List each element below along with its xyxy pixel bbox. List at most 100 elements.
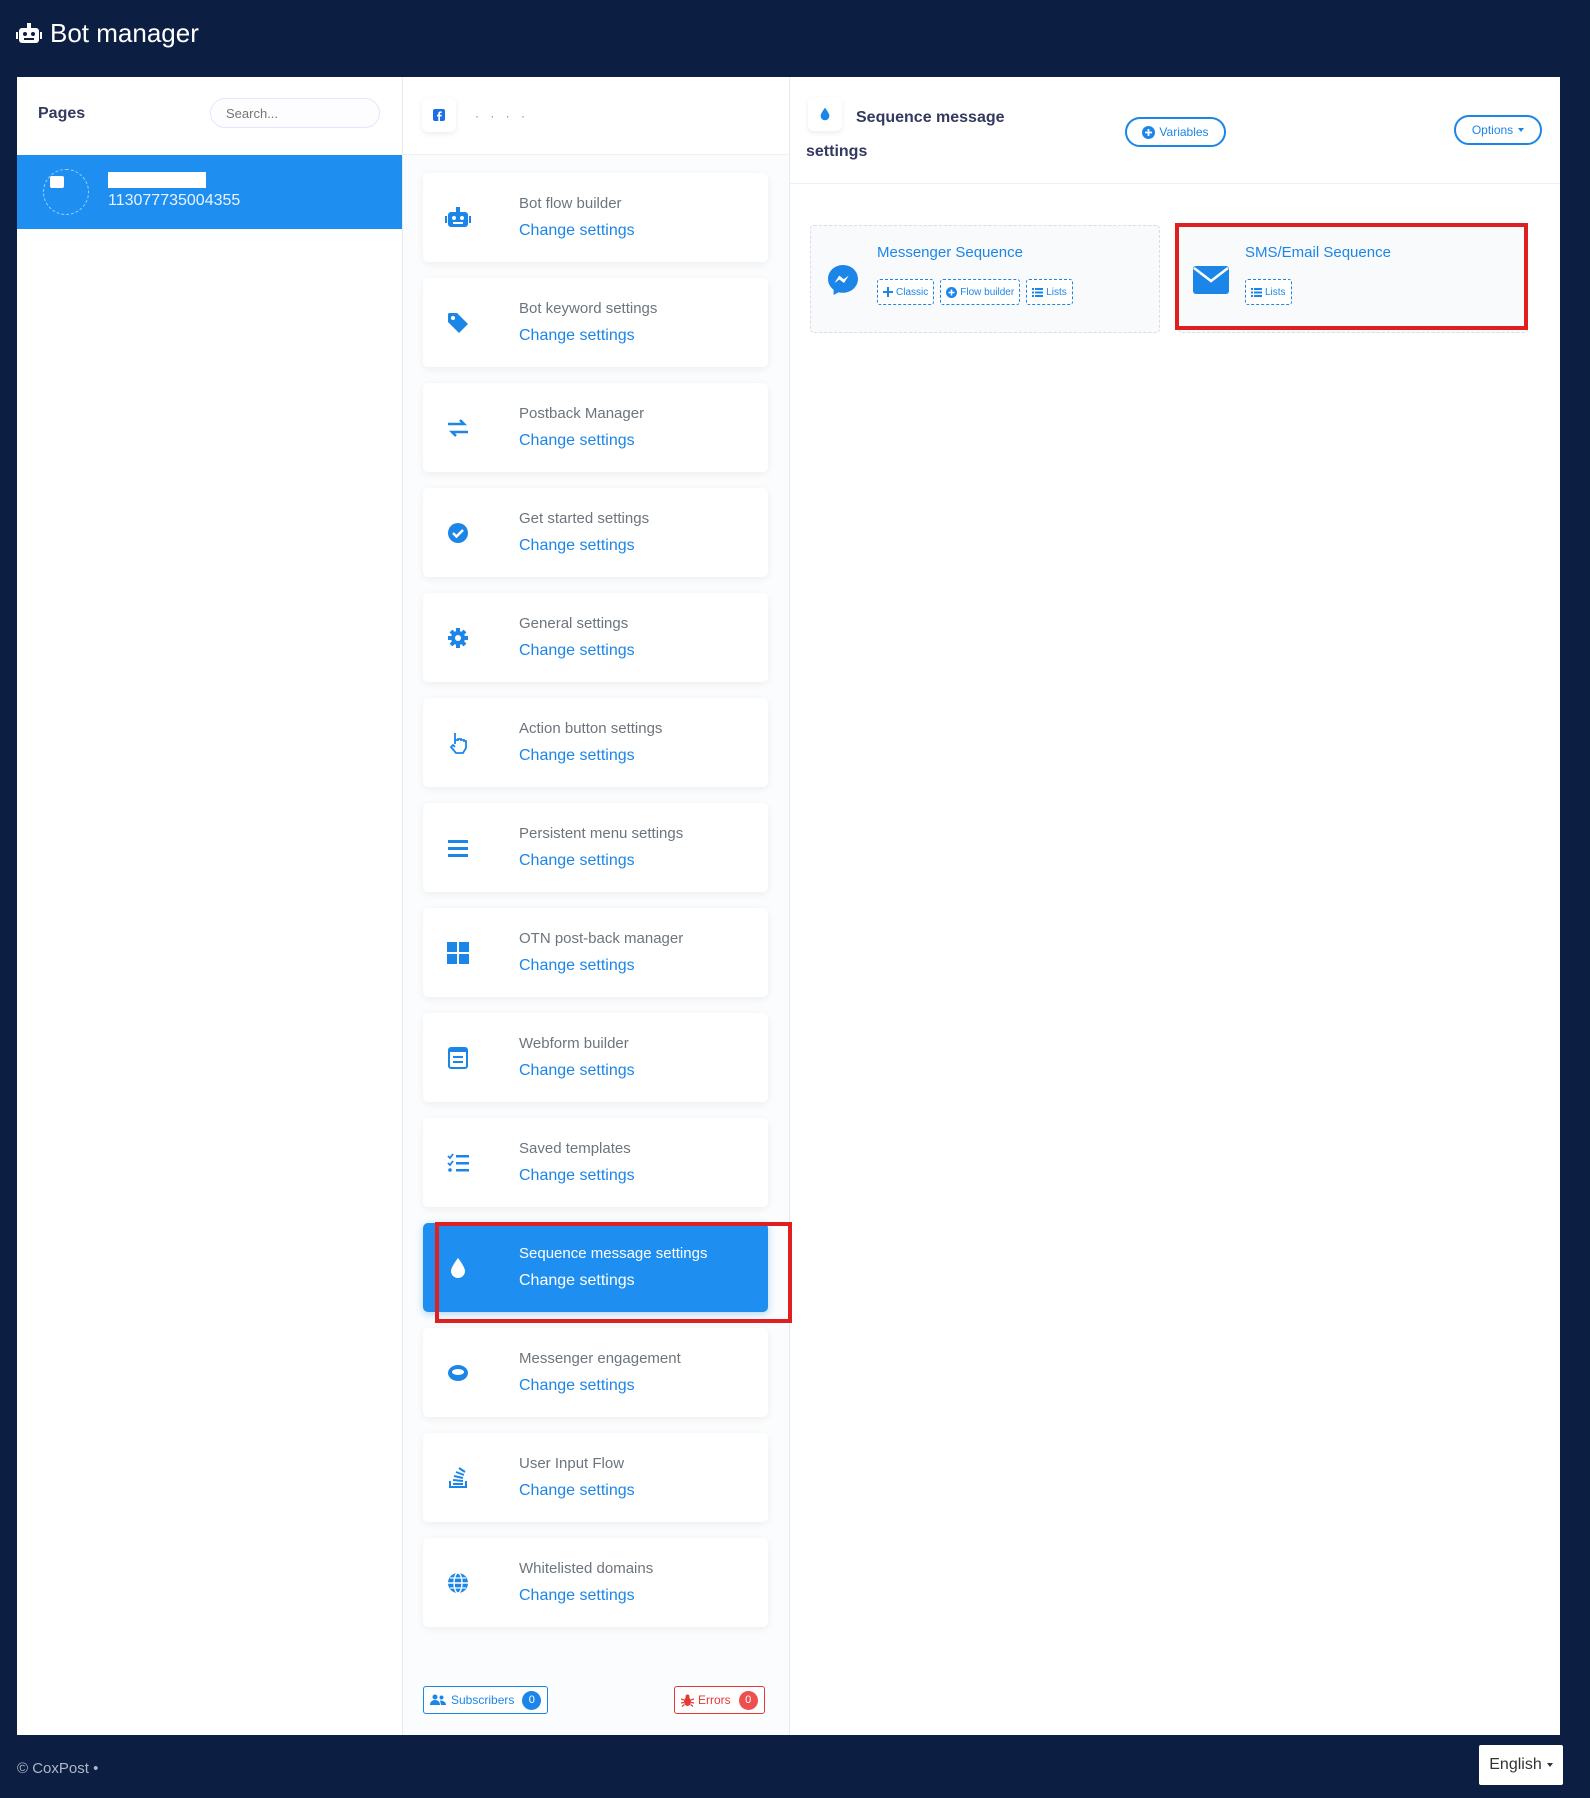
messenger-icon [825,262,861,298]
menu-item-label: Messenger engagement [519,1350,681,1367]
messenger-sequence-title[interactable]: Messenger Sequence [877,244,1023,261]
menu-item-general-settings[interactable]: General settings Change settings [423,593,768,682]
gear-icon [445,625,471,651]
flow-builder-chip[interactable]: Flow builder [940,279,1021,305]
menu-item-bot-flow-builder[interactable]: Bot flow builder Change settings [423,173,768,262]
options-label: Options [1471,123,1514,137]
menu-item-postback-manager[interactable]: Postback Manager Change settings [423,383,768,472]
change-settings-link[interactable]: Change settings [519,1482,635,1500]
errors-button[interactable]: Errors 0 [674,1686,765,1714]
change-settings-link[interactable]: Change settings [519,642,635,660]
detail-title: Sequence message settings [806,109,1005,160]
bug-icon [681,1694,694,1707]
menu-item-label: Saved templates [519,1140,631,1157]
menu-item-sequence-message-settings[interactable]: Sequence message settings Change setting… [423,1223,768,1312]
menu-item-label: Bot flow builder [519,195,622,212]
menu-item-saved-templates[interactable]: Saved templates Change settings [423,1118,768,1207]
page-name-redacted [108,172,206,188]
plus-circle-icon [946,286,958,298]
change-settings-link[interactable]: Change settings [519,1167,635,1185]
errors-label: Errors [698,1693,731,1707]
menu-item-whitelisted-domains[interactable]: Whitelisted domains Change settings [423,1538,768,1627]
users-icon [430,1694,446,1705]
change-settings-link[interactable]: Change settings [519,957,635,975]
subscribers-button[interactable]: Subscribers 0 [423,1686,549,1714]
page-id: 113077735004355 [108,192,241,209]
settings-menu-list: Bot flow builder Change settings Bot key… [423,173,768,1643]
chip-label: Flow builder [960,286,1015,298]
lists-chip[interactable]: Lists [1245,279,1292,305]
robot-icon [445,205,471,231]
envelope-icon [1193,262,1229,298]
list-icon [1251,287,1262,297]
menu-item-action-button-settings[interactable]: Action button settings Change settings [423,698,768,787]
ring-icon [445,1360,471,1386]
errors-count: 0 [738,1690,758,1710]
messenger-sequence-actions: Classic Flow builder Lists [877,279,1073,305]
form-icon [445,1045,471,1071]
chip-label: Lists [1265,286,1286,298]
change-settings-link[interactable]: Change settings [519,1272,635,1290]
avatar [43,169,89,215]
menu-item-label: Webform builder [519,1035,629,1052]
change-settings-link[interactable]: Change settings [519,1377,635,1395]
robot-icon [16,22,42,43]
menu-item-label: User Input Flow [519,1455,625,1472]
page-list-item[interactable]: 113077735004355 [17,155,402,229]
detail-column: Sequence message settings Variables Opti… [790,77,1560,1735]
menu-item-webform-builder[interactable]: Webform builder Change settings [423,1013,768,1102]
menu-item-label: Postback Manager [519,405,645,422]
image-icon [50,176,64,188]
drop-icon [445,1255,471,1281]
detail-header: Sequence message settings Variables Opti… [790,77,1560,184]
lists-chip[interactable]: Lists [1026,279,1073,305]
sms-email-sequence-title[interactable]: SMS/Email Sequence [1245,244,1391,261]
menu-item-label: OTN post-back manager [519,930,684,947]
sms-email-sequence-card: SMS/Email Sequence Lists [1178,225,1528,333]
menu-item-label: Sequence message settings [519,1245,708,1262]
change-settings-link[interactable]: Change settings [519,222,635,240]
classic-chip[interactable]: Classic [877,279,935,305]
plus-circle-icon [1142,125,1156,139]
chip-label: Classic [896,286,929,298]
tag-icon [445,310,471,336]
list-icon [1032,287,1044,297]
change-settings-link[interactable]: Change settings [519,747,635,765]
caret-down-icon [1518,128,1525,132]
plus-icon [883,287,893,297]
menu-item-label: Get started settings [519,510,650,527]
sms-email-sequence-actions: Lists [1245,279,1292,305]
menu-item-otn-postback-manager[interactable]: OTN post-back manager Change settings [423,908,768,997]
menu-item-persistent-menu-settings[interactable]: Persistent menu settings Change settings [423,803,768,892]
top-header: Bot manager [0,0,1590,77]
change-settings-link[interactable]: Change settings [519,1587,635,1605]
brand[interactable]: Bot manager [16,18,199,49]
menu-item-label: Action button settings [519,720,663,737]
chip-label: Lists [1046,286,1067,298]
search-input[interactable] [210,98,380,128]
settings-menu-column: · · · · Bot flow builder Change settings… [403,77,792,1735]
subscribers-count: 0 [522,1690,542,1710]
menu-header: · · · · [403,77,789,155]
change-settings-link[interactable]: Change settings [519,327,635,345]
change-settings-link[interactable]: Change settings [519,537,635,555]
pages-header: Pages [17,77,402,155]
variables-label: Variables [1159,125,1209,139]
menu-item-messenger-engagement[interactable]: Messenger engagement Change settings [423,1328,768,1417]
page-name-redacted: · · · · [475,109,529,123]
menu-item-bot-keyword-settings[interactable]: Bot keyword settings Change settings [423,278,768,367]
messenger-sequence-card: Messenger Sequence Classic Flow builder … [810,225,1160,333]
menu-bars-icon [445,835,471,861]
menu-item-get-started-settings[interactable]: Get started settings Change settings [423,488,768,577]
change-settings-link[interactable]: Change settings [519,1062,635,1080]
change-settings-link[interactable]: Change settings [519,852,635,870]
language-dropdown[interactable]: English [1479,1745,1563,1785]
variables-button[interactable]: Variables [1125,117,1226,147]
change-settings-link[interactable]: Change settings [519,432,635,450]
copyright-text: © CoxPost • [17,1760,99,1777]
facebook-icon [422,98,456,132]
main-panel: Pages 113077735004355 · · · · Bot flow b… [17,77,1560,1735]
menu-item-user-input-flow[interactable]: User Input Flow Change settings [423,1433,768,1522]
subscribers-label: Subscribers [451,1693,515,1707]
options-dropdown[interactable]: Options [1454,115,1542,145]
